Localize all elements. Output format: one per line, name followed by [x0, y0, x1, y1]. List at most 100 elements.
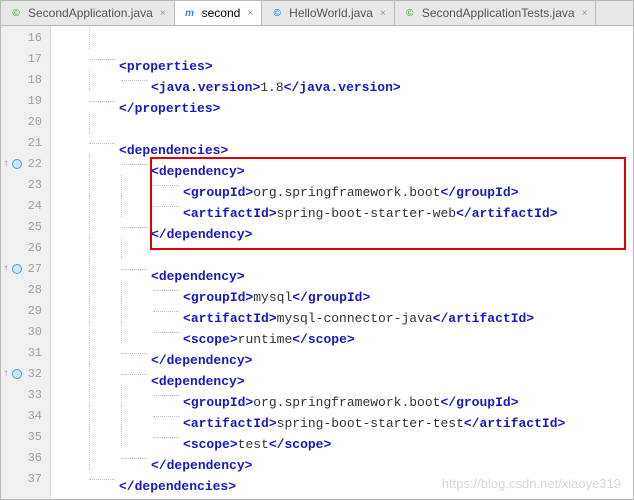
indent-guide: [55, 259, 87, 280]
file-type-icon: ©: [270, 6, 284, 20]
code-line[interactable]: <dependency>: [55, 364, 633, 385]
tab-0[interactable]: © SecondApplication.java ×: [1, 1, 175, 25]
indent-guide: [55, 112, 87, 133]
token-tag: dependencies: [135, 479, 229, 494]
close-icon[interactable]: ×: [160, 8, 166, 19]
indent-guide: [87, 91, 119, 112]
code-line[interactable]: <properties>: [55, 49, 633, 70]
line-number: 16: [1, 28, 50, 49]
indent-guide: [87, 133, 119, 154]
indent-guide: [55, 28, 87, 49]
token-punct: >: [558, 416, 566, 431]
code-line[interactable]: <artifactId>spring-boot-starter-test</ar…: [55, 406, 633, 427]
indent-guide: [119, 175, 151, 196]
code-line[interactable]: <java.version>1.8</java.version>: [55, 70, 633, 91]
token-punct: >: [245, 458, 253, 473]
indent-guide: [87, 112, 119, 133]
line-number: 20: [1, 112, 50, 133]
close-icon[interactable]: ×: [247, 8, 253, 19]
token-tag: artifactId: [479, 416, 557, 431]
indent-guide: [55, 154, 87, 175]
indent-guide: [87, 70, 119, 91]
line-number: 19: [1, 91, 50, 112]
line-number: 23: [1, 175, 50, 196]
line-number: 30: [1, 322, 50, 343]
token-tag: artifactId: [472, 206, 550, 221]
indent-guide: [55, 133, 87, 154]
line-number: 21: [1, 133, 50, 154]
indent-guide: [55, 49, 87, 70]
indent-guide: [151, 196, 183, 217]
line-number: 26: [1, 238, 50, 259]
token-punct: >: [245, 353, 253, 368]
tab-label: HelloWorld.java: [289, 6, 373, 20]
tab-label: SecondApplication.java: [28, 6, 153, 20]
indent-guide: [55, 406, 87, 427]
indent-guide: [55, 70, 87, 91]
indent-guide: [55, 280, 87, 301]
file-type-icon: ©: [9, 6, 23, 20]
token-tag: properties: [135, 101, 213, 116]
code-line[interactable]: </dependency>: [55, 448, 633, 469]
indent-guide: [119, 427, 151, 448]
token-punct: </: [433, 311, 449, 326]
indent-guide: [119, 406, 151, 427]
indent-guide: [87, 196, 119, 217]
indent-guide: [87, 385, 119, 406]
indent-guide: [55, 301, 87, 322]
indent-guide: [87, 259, 119, 280]
indent-guide: [87, 364, 119, 385]
indent-guide: [55, 385, 87, 406]
code-line[interactable]: <groupId>org.springframework.boot</group…: [55, 385, 633, 406]
editor-tabbar: ©SecondApplication.java×msecond×©HelloWo…: [1, 1, 633, 26]
indent-guide: [55, 175, 87, 196]
line-number: 17: [1, 49, 50, 70]
indent-guide: [87, 28, 119, 49]
gutter-marker-icon[interactable]: [12, 264, 22, 274]
code-line[interactable]: [55, 238, 633, 259]
token-punct: </: [456, 206, 472, 221]
indent-guide: [119, 259, 151, 280]
indent-guide: [87, 154, 119, 175]
code-area[interactable]: https://blog.csdn.net/xiaoye319 <propert…: [51, 26, 633, 499]
code-line[interactable]: <artifactId>spring-boot-starter-web</art…: [55, 196, 633, 217]
token-punct: >: [526, 311, 534, 326]
close-icon[interactable]: ×: [582, 8, 588, 19]
code-line[interactable]: <dependency>: [55, 154, 633, 175]
code-line[interactable]: <scope>runtime</scope>: [55, 322, 633, 343]
token-punct: >: [393, 80, 401, 95]
line-number: 31: [1, 343, 50, 364]
token-tag: scope: [308, 332, 347, 347]
code-line[interactable]: </dependencies>: [55, 469, 633, 490]
code-line[interactable]: [55, 28, 633, 49]
token-txt: spring-boot-starter-web: [277, 206, 456, 221]
gutter-marker-icon[interactable]: [12, 369, 22, 379]
tab-3[interactable]: ©SecondApplicationTests.java×: [395, 1, 597, 25]
indent-guide: [55, 91, 87, 112]
indent-guide: [87, 301, 119, 322]
indent-guide: [87, 427, 119, 448]
token-tag: scope: [284, 437, 323, 452]
code-line[interactable]: <artifactId>mysql-connector-java</artifa…: [55, 301, 633, 322]
gutter-arrow-icon: ↑: [3, 364, 9, 385]
indent-guide: [119, 385, 151, 406]
code-line[interactable]: <groupId>org.springframework.boot</group…: [55, 175, 633, 196]
gutter-arrow-icon: ↑: [3, 154, 9, 175]
code-line[interactable]: <dependencies>: [55, 133, 633, 154]
token-punct: >: [269, 206, 277, 221]
indent-guide: [87, 406, 119, 427]
gutter-marker-icon[interactable]: [12, 159, 22, 169]
indent-guide: [119, 364, 151, 385]
indent-guide: [87, 448, 119, 469]
token-punct: >: [550, 206, 558, 221]
indent-guide: [119, 217, 151, 238]
indent-guide: [55, 238, 87, 259]
close-icon[interactable]: ×: [380, 8, 386, 19]
code-line[interactable]: <groupId>mysql</groupId>: [55, 280, 633, 301]
tab-1[interactable]: msecond×: [175, 1, 263, 25]
indent-guide: [55, 343, 87, 364]
code-line[interactable]: <dependency>: [55, 259, 633, 280]
indent-guide: [87, 280, 119, 301]
code-editor: 16171819202122↑2324252627↑2829303132↑333…: [1, 26, 633, 499]
tab-2[interactable]: © HelloWorld.java ×: [262, 1, 395, 25]
